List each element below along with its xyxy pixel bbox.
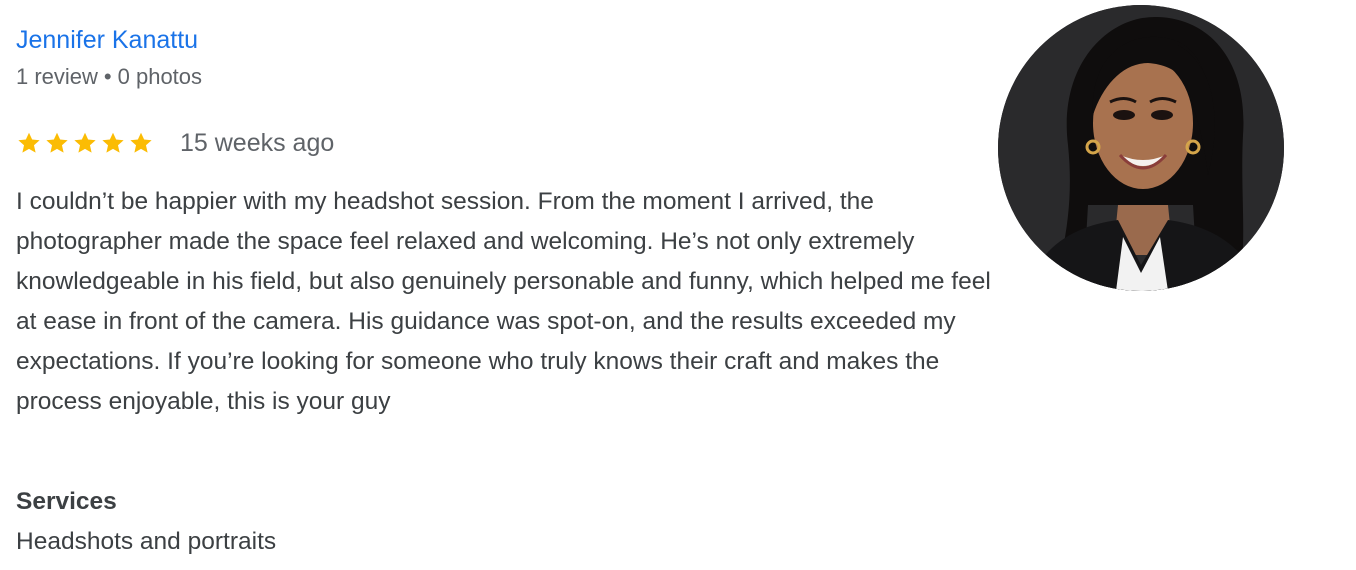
- star-icon: [130, 132, 152, 153]
- rating-row: 15 weeks ago: [16, 124, 334, 162]
- reviewer-avatar[interactable]: [998, 5, 1284, 291]
- review-time: 15 weeks ago: [180, 128, 335, 157]
- reviewer-name-link[interactable]: Jennifer Kanattu: [16, 24, 198, 56]
- services-heading: Services: [16, 488, 117, 515]
- reviewer-meta: 1 review • 0 photos: [16, 62, 202, 92]
- review-text: I couldn’t be happier with my headshot s…: [16, 188, 991, 415]
- review-card: Jennifer Kanattu 1 review • 0 photos 15 we…: [0, 0, 1356, 570]
- star-icon: [74, 132, 96, 153]
- avatar-portrait-image: [998, 5, 1284, 291]
- star-icon: [102, 132, 124, 153]
- star-icon: [46, 132, 68, 153]
- star-icon: [18, 132, 40, 153]
- star-rating: [16, 130, 154, 156]
- review-count: 1 review: [16, 64, 98, 89]
- services-value: Headshots and portraits: [16, 528, 277, 555]
- photo-count: 0 photos: [117, 64, 203, 89]
- meta-separator: •: [103, 64, 112, 89]
